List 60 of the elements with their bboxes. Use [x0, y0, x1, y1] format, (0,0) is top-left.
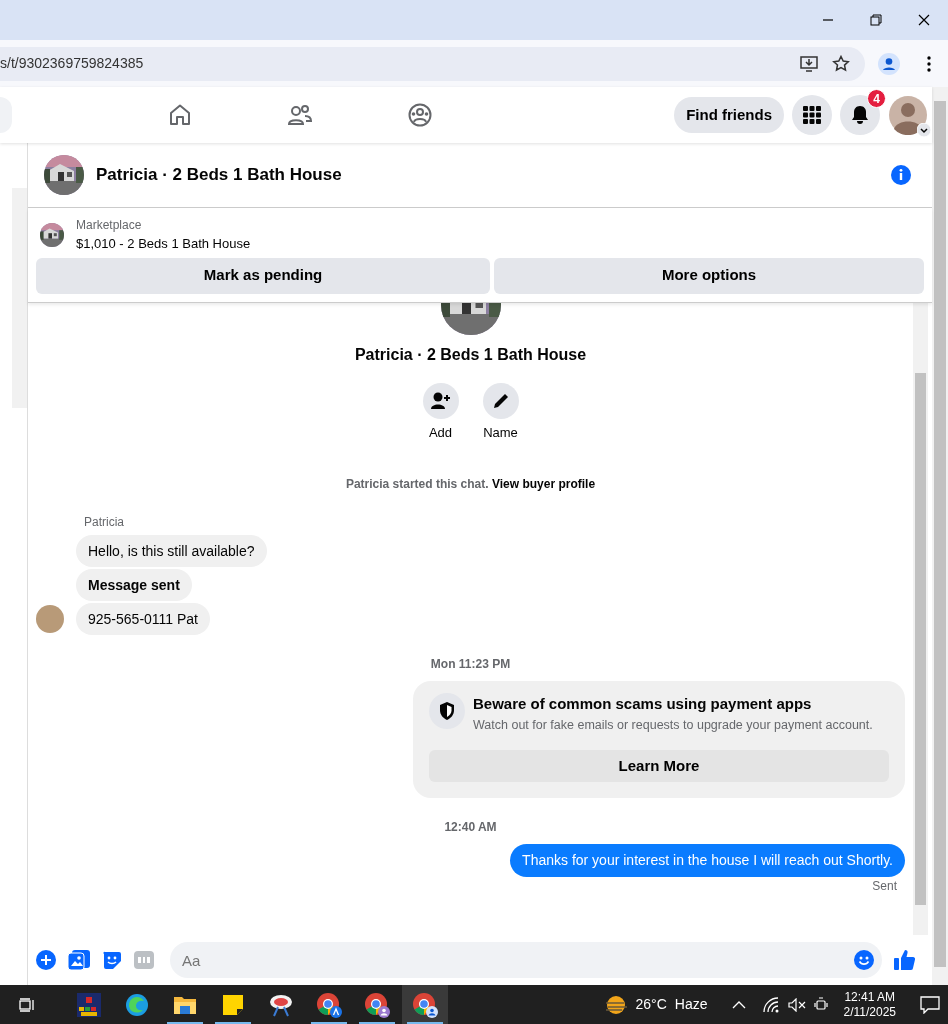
- message-input[interactable]: Aa: [170, 942, 882, 978]
- notifications-center-icon[interactable]: [920, 995, 940, 1014]
- thumbs-up-icon[interactable]: [894, 949, 916, 971]
- outgoing-message: Thanks for your interest in the house I will reach out Shortly.: [510, 844, 905, 877]
- scrollbar[interactable]: [913, 303, 928, 935]
- apps-menu-icon[interactable]: [792, 95, 832, 135]
- learn-more-button[interactable]: Learn More: [429, 750, 889, 783]
- clock-date[interactable]: 2/11/2025: [843, 1004, 896, 1020]
- sticker-icon[interactable]: [102, 950, 122, 970]
- incoming-message: 925-565-0111 Pat: [76, 602, 210, 636]
- add-icon[interactable]: [36, 950, 56, 970]
- chat-intro-text: Patricia started this chat. View buyer profile: [345, 475, 596, 493]
- scrollbar[interactable]: [932, 87, 948, 985]
- buyer-profile-link[interactable]: View buyer profile: [491, 476, 596, 491]
- edit-name-button[interactable]: [482, 383, 519, 419]
- clock-time[interactable]: 12:41 AM: [844, 989, 896, 1005]
- groups-icon[interactable]: [408, 103, 432, 127]
- weather-condition: Haze: [674, 995, 708, 1014]
- address-bar[interactable]: s/t/9302369759824385: [0, 46, 865, 81]
- meet-now-icon[interactable]: [813, 996, 828, 1013]
- chat-title: Patricia · 2 Beds 1 Bath House: [96, 164, 342, 187]
- listing-title[interactable]: $1,010 - 2 Beds 1 Bath House: [76, 234, 251, 254]
- delivery-status: Sent: [872, 877, 897, 895]
- listing-source: Marketplace: [76, 217, 143, 234]
- home-icon[interactable]: [168, 103, 192, 127]
- warning-title: Beware of common scams using payment apps: [473, 694, 813, 715]
- wifi-icon[interactable]: [761, 996, 780, 1013]
- image-icon[interactable]: [68, 950, 90, 970]
- listing-action-button[interactable]: Mark as pending: [36, 257, 491, 294]
- add-person-icon: [430, 392, 451, 410]
- emoji-icon[interactable]: [854, 950, 874, 970]
- find-friends-button[interactable]: Find friends: [674, 97, 784, 133]
- incoming-message: Hello, is this still available?: [76, 534, 267, 567]
- taskbar-app-icon[interactable]: [402, 985, 448, 1024]
- scrollbar[interactable]: [12, 188, 27, 408]
- incoming-message: Message sent: [76, 568, 192, 601]
- weather-icon[interactable]: [603, 994, 628, 1015]
- timestamp: 12:40 AM: [444, 820, 497, 835]
- listing-action-button[interactable]: More options: [494, 257, 924, 294]
- sender-avatar[interactable]: [36, 604, 64, 633]
- thread-title: Patricia · 2 Beds 1 Bath House: [354, 345, 587, 365]
- notifications-icon[interactable]: [840, 95, 880, 135]
- restore-icon: [870, 14, 882, 26]
- close-icon: [918, 14, 930, 26]
- action-label: Add: [428, 424, 453, 442]
- chevron-up-icon[interactable]: [731, 999, 746, 1010]
- warning-text: Watch out for fake emails or requests to upgrade your payment account.: [473, 716, 873, 734]
- add-person-button[interactable]: [422, 383, 459, 419]
- muted-speaker-icon[interactable]: [787, 997, 806, 1012]
- pencil-icon: [491, 392, 510, 410]
- friends-icon[interactable]: [287, 103, 313, 127]
- action-label: Name: [483, 424, 518, 442]
- account-avatar[interactable]: [888, 95, 928, 135]
- temperature: 26°C: [635, 995, 667, 1014]
- info-icon[interactable]: [890, 164, 912, 186]
- shield-icon: [429, 693, 465, 730]
- chevron-down-icon[interactable]: [917, 123, 931, 137]
- notification-badge: 4: [867, 89, 886, 108]
- sender-name: Patricia: [84, 514, 124, 529]
- timestamp: Mon 11:23 PM: [430, 657, 511, 672]
